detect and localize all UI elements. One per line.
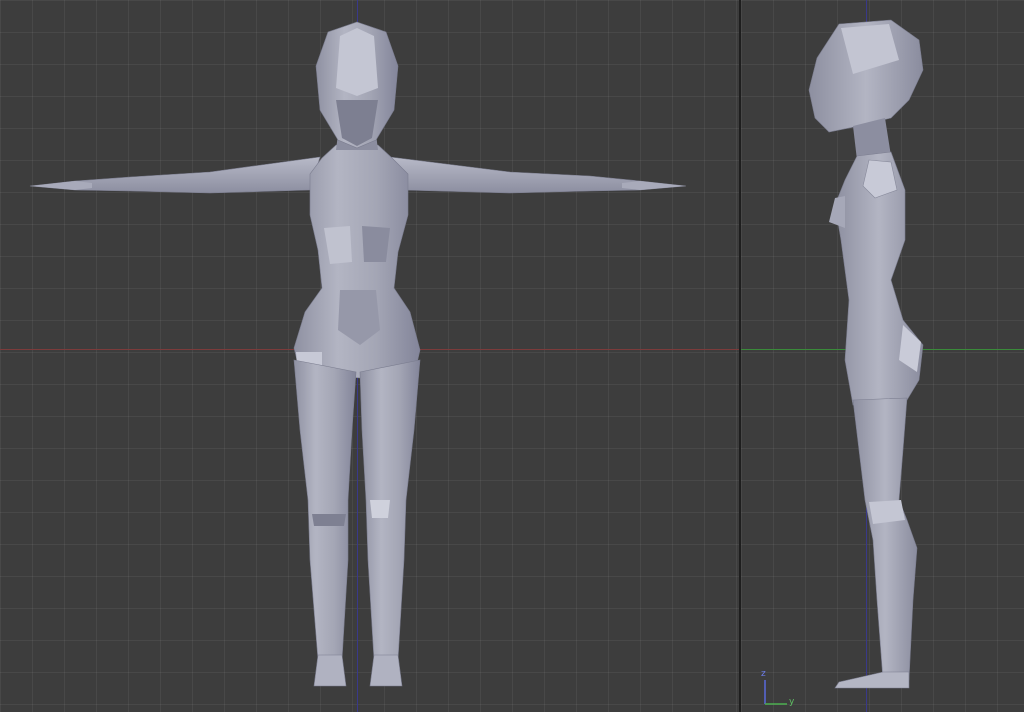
left-leg bbox=[293, 359, 357, 661]
front-mesh-model[interactable] bbox=[0, 0, 739, 712]
axis-gizmo[interactable]: z y bbox=[761, 670, 801, 710]
side-leg bbox=[852, 397, 918, 681]
side-mesh-model[interactable] bbox=[741, 0, 1024, 712]
side-knee bbox=[869, 500, 905, 524]
side-foot bbox=[834, 671, 910, 689]
right-foot bbox=[369, 654, 403, 687]
chest-facet bbox=[362, 226, 390, 262]
knee-facet bbox=[370, 500, 390, 518]
knee-facet bbox=[312, 514, 346, 526]
torso bbox=[293, 144, 421, 379]
blender-window: z y bbox=[0, 0, 1024, 712]
left-foot bbox=[313, 654, 347, 687]
side-chest bbox=[829, 196, 845, 228]
front-viewport[interactable] bbox=[0, 0, 739, 712]
right-leg bbox=[359, 359, 421, 661]
gizmo-y-label: y bbox=[789, 697, 795, 707]
side-viewport[interactable]: z y bbox=[741, 0, 1024, 712]
gizmo-z-label: z bbox=[761, 669, 766, 679]
face-facet bbox=[336, 28, 378, 96]
axis-gizmo-icon bbox=[764, 680, 787, 705]
